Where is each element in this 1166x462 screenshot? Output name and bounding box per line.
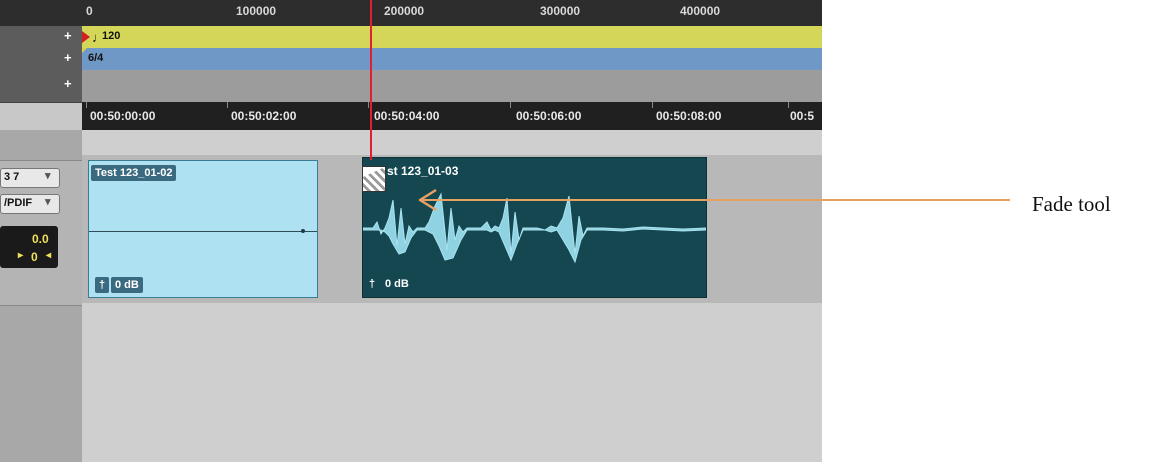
- annotation-label: Fade tool: [1032, 192, 1111, 216]
- annotation-arrow: [418, 188, 1010, 212]
